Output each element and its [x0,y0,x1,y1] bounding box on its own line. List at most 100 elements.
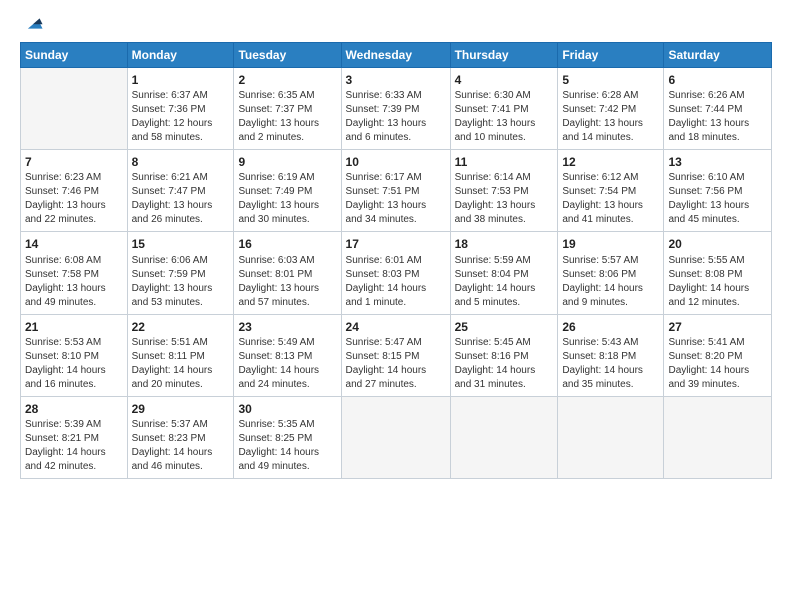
day-info: Sunrise: 5:57 AM Sunset: 8:06 PM Dayligh… [562,254,659,310]
day-number: 24 [346,319,446,335]
calendar-cell: 16 Sunrise: 6:03 AM Sunset: 8:01 PM Dayli… [234,232,341,314]
day-info: Sunrise: 5:53 AM Sunset: 8:10 PM Dayligh… [25,336,123,392]
calendar-week-row: 28Sunrise: 5:39 AM Sunset: 8:21 PM Dayli… [21,396,772,478]
day-number: 1 [132,72,230,88]
calendar-cell: 24Sunrise: 5:47 AM Sunset: 8:15 PM Dayli… [341,314,450,396]
calendar-cell: 1Sunrise: 6:37 AM Sunset: 7:36 PM Daylig… [127,68,234,150]
calendar-week-row: 1Sunrise: 6:37 AM Sunset: 7:36 PM Daylig… [21,68,772,150]
day-info: Sunrise: 5:47 AM Sunset: 8:15 PM Dayligh… [346,336,446,392]
day-number: 22 [132,319,230,335]
day-number: 13 [668,154,767,170]
day-number: 9 [238,154,336,170]
calendar-cell [21,68,128,150]
day-number: 18 [455,236,554,252]
calendar-cell [664,396,772,478]
day-info: Sunrise: 6:19 AM Sunset: 7:49 PM Dayligh… [238,171,336,227]
day-info: Sunrise: 6:33 AM Sunset: 7:39 PM Dayligh… [346,89,446,145]
day-info: Sunrise: 6:26 AM Sunset: 7:44 PM Dayligh… [668,89,767,145]
day-number: 5 [562,72,659,88]
day-number: 16 [238,236,336,252]
day-number: 7 [25,154,123,170]
calendar-cell: 30Sunrise: 5:35 AM Sunset: 8:25 PM Dayli… [234,396,341,478]
day-info: Sunrise: 6:01 AM Sunset: 8:03 PM Dayligh… [346,254,446,310]
calendar-cell: 4Sunrise: 6:30 AM Sunset: 7:41 PM Daylig… [450,68,558,150]
calendar-cell: 10Sunrise: 6:17 AM Sunset: 7:51 PM Dayli… [341,150,450,232]
day-number: 3 [346,72,446,88]
day-number: 25 [455,319,554,335]
calendar-cell: 11Sunrise: 6:14 AM Sunset: 7:53 PM Dayli… [450,150,558,232]
calendar-cell: 19 Sunrise: 5:57 AM Sunset: 8:06 PM Dayli… [558,232,664,314]
day-number: 15 [132,236,230,252]
day-info: Sunrise: 6:10 AM Sunset: 7:56 PM Dayligh… [668,171,767,227]
day-info: Sunrise: 6:37 AM Sunset: 7:36 PM Dayligh… [132,89,230,145]
day-number: 17 [346,236,446,252]
day-info: Sunrise: 6:35 AM Sunset: 7:37 PM Dayligh… [238,89,336,145]
calendar-week-row: 7Sunrise: 6:23 AM Sunset: 7:46 PM Daylig… [21,150,772,232]
day-info: Sunrise: 5:45 AM Sunset: 8:16 PM Dayligh… [455,336,554,392]
calendar-cell: 8Sunrise: 6:21 AM Sunset: 7:47 PM Daylig… [127,150,234,232]
day-info: Sunrise: 6:28 AM Sunset: 7:42 PM Dayligh… [562,89,659,145]
calendar-cell: 20Sunrise: 5:55 AM Sunset: 8:08 PM Dayli… [664,232,772,314]
day-number: 8 [132,154,230,170]
day-number: 19 [562,236,659,252]
weekday-header: Wednesday [341,43,450,68]
header [20,18,772,36]
calendar-cell: 29Sunrise: 5:37 AM Sunset: 8:23 PM Dayli… [127,396,234,478]
day-number: 2 [238,72,336,88]
calendar-cell: 17 Sunrise: 6:01 AM Sunset: 8:03 PM Dayli… [341,232,450,314]
day-number: 11 [455,154,554,170]
day-number: 23 [238,319,336,335]
calendar-cell: 23Sunrise: 5:49 AM Sunset: 8:13 PM Dayli… [234,314,341,396]
calendar-cell: 15 Sunrise: 6:06 AM Sunset: 7:59 PM Dayli… [127,232,234,314]
calendar-cell: 9Sunrise: 6:19 AM Sunset: 7:49 PM Daylig… [234,150,341,232]
calendar-header-row: SundayMondayTuesdayWednesdayThursdayFrid… [21,43,772,68]
calendar-cell: 22Sunrise: 5:51 AM Sunset: 8:11 PM Dayli… [127,314,234,396]
calendar-week-row: 14Sunrise: 6:08 AM Sunset: 7:58 PM Dayli… [21,232,772,314]
day-number: 30 [238,401,336,417]
day-number: 20 [668,236,767,252]
day-info: Sunrise: 5:49 AM Sunset: 8:13 PM Dayligh… [238,336,336,392]
calendar-cell: 5Sunrise: 6:28 AM Sunset: 7:42 PM Daylig… [558,68,664,150]
day-number: 27 [668,319,767,335]
calendar-cell: 27Sunrise: 5:41 AM Sunset: 8:20 PM Dayli… [664,314,772,396]
calendar-cell: 12Sunrise: 6:12 AM Sunset: 7:54 PM Dayli… [558,150,664,232]
weekday-header: Sunday [21,43,128,68]
day-number: 26 [562,319,659,335]
calendar-cell: 3Sunrise: 6:33 AM Sunset: 7:39 PM Daylig… [341,68,450,150]
weekday-header: Friday [558,43,664,68]
logo-icon [22,14,44,36]
calendar-cell: 13Sunrise: 6:10 AM Sunset: 7:56 PM Dayli… [664,150,772,232]
calendar-cell: 7Sunrise: 6:23 AM Sunset: 7:46 PM Daylig… [21,150,128,232]
calendar-cell: 14Sunrise: 6:08 AM Sunset: 7:58 PM Dayli… [21,232,128,314]
calendar-cell: 25Sunrise: 5:45 AM Sunset: 8:16 PM Dayli… [450,314,558,396]
day-info: Sunrise: 6:17 AM Sunset: 7:51 PM Dayligh… [346,171,446,227]
day-info: Sunrise: 6:30 AM Sunset: 7:41 PM Dayligh… [455,89,554,145]
day-info: Sunrise: 5:37 AM Sunset: 8:23 PM Dayligh… [132,418,230,474]
day-number: 4 [455,72,554,88]
day-info: Sunrise: 5:43 AM Sunset: 8:18 PM Dayligh… [562,336,659,392]
day-number: 21 [25,319,123,335]
day-info: Sunrise: 6:03 AM Sunset: 8:01 PM Dayligh… [238,254,336,310]
day-number: 6 [668,72,767,88]
calendar-cell: 18 Sunrise: 5:59 AM Sunset: 8:04 PM Dayli… [450,232,558,314]
weekday-header: Thursday [450,43,558,68]
calendar-cell: 2Sunrise: 6:35 AM Sunset: 7:37 PM Daylig… [234,68,341,150]
calendar-cell [558,396,664,478]
day-info: Sunrise: 5:51 AM Sunset: 8:11 PM Dayligh… [132,336,230,392]
day-info: Sunrise: 6:06 AM Sunset: 7:59 PM Dayligh… [132,254,230,310]
logo [20,18,44,36]
calendar-cell [450,396,558,478]
day-number: 28 [25,401,123,417]
calendar-week-row: 21Sunrise: 5:53 AM Sunset: 8:10 PM Dayli… [21,314,772,396]
day-number: 29 [132,401,230,417]
day-info: Sunrise: 6:12 AM Sunset: 7:54 PM Dayligh… [562,171,659,227]
calendar-table: SundayMondayTuesdayWednesdayThursdayFrid… [20,42,772,479]
day-info: Sunrise: 6:23 AM Sunset: 7:46 PM Dayligh… [25,171,123,227]
day-number: 10 [346,154,446,170]
calendar-cell: 21Sunrise: 5:53 AM Sunset: 8:10 PM Dayli… [21,314,128,396]
calendar-cell: 28Sunrise: 5:39 AM Sunset: 8:21 PM Dayli… [21,396,128,478]
day-number: 12 [562,154,659,170]
day-info: Sunrise: 5:59 AM Sunset: 8:04 PM Dayligh… [455,254,554,310]
calendar-cell [341,396,450,478]
day-info: Sunrise: 5:41 AM Sunset: 8:20 PM Dayligh… [668,336,767,392]
